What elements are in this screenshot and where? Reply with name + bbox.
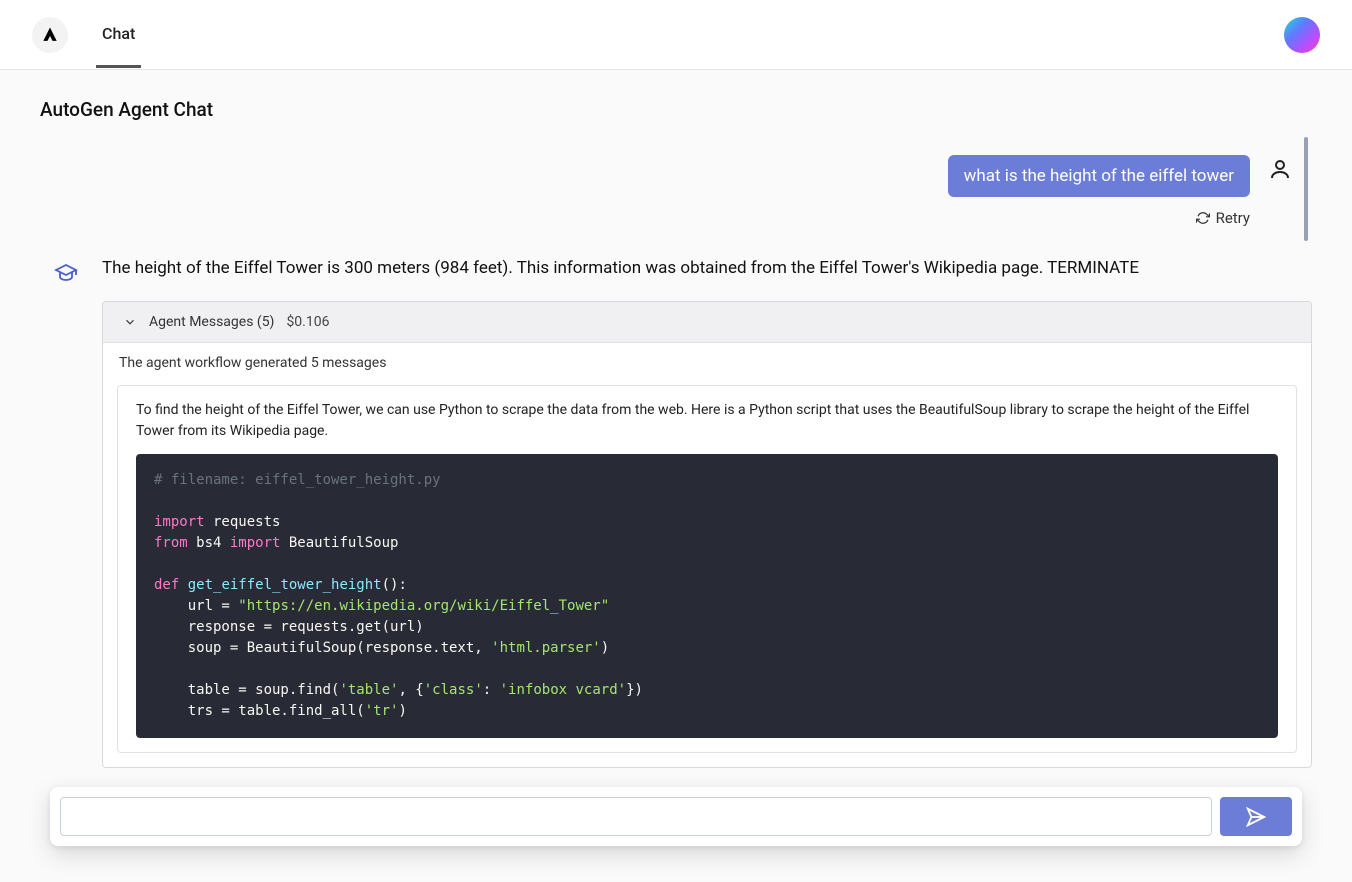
chat-area: what is the height of the eiffel tower R… — [0, 133, 1352, 773]
chevron-down-icon — [123, 315, 137, 329]
app-logo[interactable] — [32, 17, 68, 53]
panel-cost: $0.106 — [286, 314, 329, 330]
user-message-row: what is the height of the eiffel tower R… — [40, 133, 1312, 227]
header-left: Chat — [32, 2, 141, 68]
assistant-message-row: The height of the Eiffel Tower is 300 me… — [40, 255, 1312, 768]
card-text: To find the height of the Eiffel Tower, … — [136, 400, 1278, 442]
app-header: Chat — [0, 0, 1352, 70]
scrollbar[interactable] — [1304, 137, 1308, 241]
assistant-text: The height of the Eiffel Tower is 300 me… — [102, 255, 1312, 281]
input-bar — [50, 787, 1302, 846]
agent-message-card: To find the height of the Eiffel Tower, … — [117, 385, 1297, 753]
user-bubble-wrap: what is the height of the eiffel tower R… — [948, 155, 1250, 227]
panel-title: Agent Messages (5) — [149, 314, 274, 330]
refresh-icon — [1196, 211, 1210, 225]
page-title: AutoGen Agent Chat — [0, 70, 1352, 133]
logo-icon — [40, 25, 60, 45]
panel-subtext: The agent workflow generated 5 messages — [103, 343, 1311, 385]
tab-chat[interactable]: Chat — [96, 2, 141, 68]
user-message: what is the height of the eiffel tower — [948, 155, 1250, 197]
chat-input[interactable] — [60, 797, 1212, 836]
retry-button[interactable]: Retry — [1196, 209, 1250, 227]
agent-messages-panel: Agent Messages (5) $0.106 The agent work… — [102, 301, 1312, 768]
send-icon — [1245, 806, 1267, 828]
panel-header[interactable]: Agent Messages (5) $0.106 — [103, 302, 1311, 343]
user-icon — [1268, 157, 1292, 181]
avatar[interactable] — [1284, 17, 1320, 53]
send-button[interactable] — [1220, 797, 1292, 836]
assistant-content: The height of the Eiffel Tower is 300 me… — [102, 255, 1312, 768]
code-block: # filename: eiffel_tower_height.py impor… — [136, 454, 1278, 738]
graduation-cap-icon — [54, 261, 78, 285]
retry-label: Retry — [1216, 209, 1250, 227]
